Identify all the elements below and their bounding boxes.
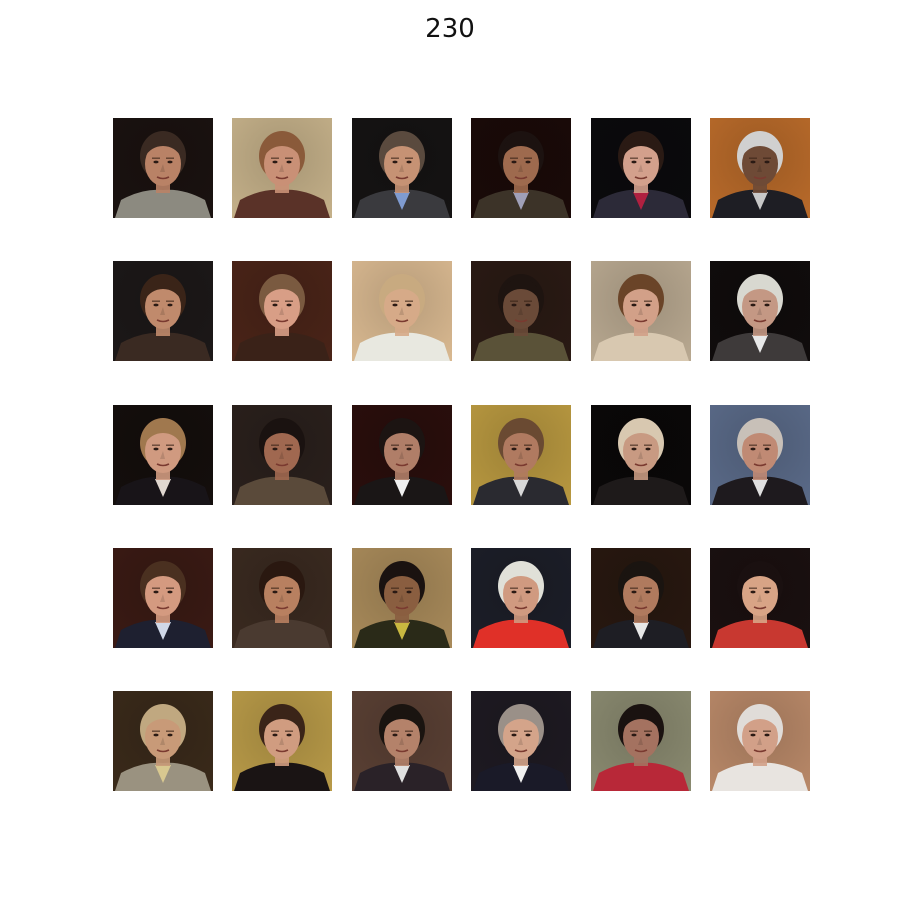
- face-thumbnail: [351, 547, 452, 648]
- face-thumbnail: [471, 547, 572, 648]
- face-thumbnail: [471, 691, 572, 791]
- face-thumbnail: [709, 404, 810, 505]
- face-image: [232, 118, 333, 218]
- face-thumbnail: [113, 118, 213, 218]
- face-image-grid: [113, 118, 810, 791]
- face-image: [113, 547, 213, 648]
- face-thumbnail: [232, 547, 333, 648]
- face-image: [590, 404, 691, 505]
- face-thumbnail: [471, 118, 572, 218]
- face-image: [351, 118, 452, 218]
- face-thumbnail: [590, 691, 691, 791]
- face-thumbnail: [232, 691, 333, 791]
- face-image: [590, 547, 691, 648]
- face-image: [351, 404, 452, 505]
- face-image: [471, 691, 572, 791]
- face-thumbnail: [590, 261, 691, 362]
- face-thumbnail: [351, 691, 452, 791]
- face-image: [232, 547, 333, 648]
- face-image: [113, 118, 213, 218]
- face-image: [351, 547, 452, 648]
- face-image: [351, 691, 452, 791]
- face-image: [471, 261, 572, 362]
- face-image: [232, 404, 333, 505]
- face-thumbnail: [590, 404, 691, 505]
- face-image: [471, 404, 572, 505]
- face-image: [232, 261, 333, 362]
- face-thumbnail: [232, 118, 333, 218]
- face-thumbnail: [709, 118, 810, 218]
- face-thumbnail: [709, 547, 810, 648]
- face-thumbnail: [113, 691, 213, 791]
- face-thumbnail: [471, 261, 572, 362]
- face-thumbnail: [113, 404, 213, 505]
- face-thumbnail: [590, 118, 691, 218]
- face-thumbnail: [590, 547, 691, 648]
- face-thumbnail: [232, 261, 333, 362]
- face-image: [590, 691, 691, 791]
- face-thumbnail: [709, 261, 810, 362]
- figure-title: 230: [425, 14, 475, 44]
- face-image: [709, 261, 810, 362]
- face-thumbnail: [471, 404, 572, 505]
- face-image: [113, 691, 213, 791]
- face-thumbnail: [709, 691, 810, 791]
- face-image: [351, 261, 452, 362]
- face-image: [113, 261, 213, 362]
- face-thumbnail: [351, 261, 452, 362]
- face-thumbnail: [113, 547, 213, 648]
- face-image: [709, 547, 810, 648]
- face-image: [709, 404, 810, 505]
- face-image: [590, 261, 691, 362]
- face-image: [471, 547, 572, 648]
- face-image: [590, 118, 691, 218]
- face-image: [709, 691, 810, 791]
- face-thumbnail: [232, 404, 333, 505]
- face-image: [709, 118, 810, 218]
- face-image: [232, 691, 333, 791]
- face-image: [113, 404, 213, 505]
- face-image: [471, 118, 572, 218]
- face-thumbnail: [113, 261, 213, 362]
- face-thumbnail: [351, 118, 452, 218]
- face-thumbnail: [351, 404, 452, 505]
